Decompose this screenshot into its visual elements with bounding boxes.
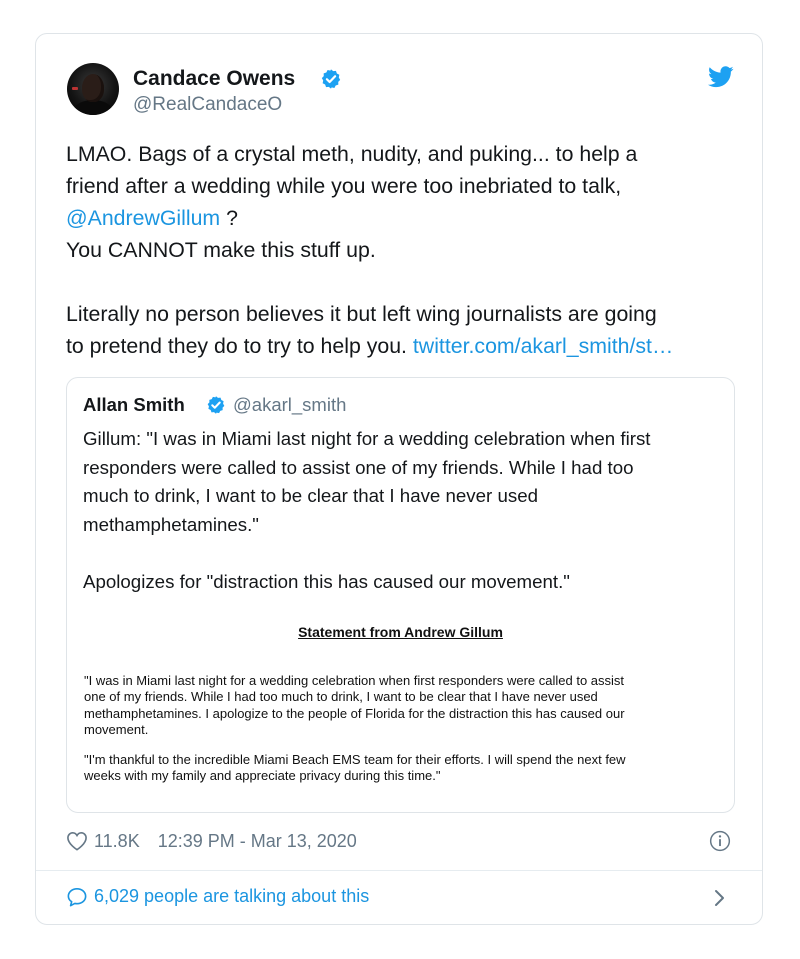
timestamp[interactable]: 12:39 PM - Mar 13, 2020 [158,831,357,852]
avatar-body [73,100,113,115]
tweet-line-link: to pretend they do to try to help you. t… [66,330,736,362]
verified-badge-icon [321,69,341,89]
mention-suffix: ? [220,206,238,230]
author-handle[interactable]: @RealCandaceO [133,93,282,117]
statement-title: Statement from Andrew Gillum [298,624,503,640]
quoted-line: much to drink, I want to be clear that I… [83,485,538,506]
quoted-author-handle[interactable]: @akarl_smith [233,393,346,417]
tweet-line: friend after a wedding while you were to… [66,174,622,198]
statement-line: one of my friends. While I had too much … [84,689,598,705]
talking-count[interactable]: 6,029 people are talking about this [94,886,369,907]
quoted-tweet[interactable]: Allan Smith @akarl_smith Gillum: "I was … [66,377,735,813]
statement-line: methamphetamines. I apologize to the peo… [84,705,625,721]
tweet-meta: 11.8K 12:39 PM - Mar 13, 2020 [66,829,357,853]
statement-line: movement. [84,721,149,737]
quoted-body: Gillum: "I was in Miami last night for a… [83,425,723,596]
tweet-body: LMAO. Bags of a crystal meth, nudity, an… [66,138,736,362]
like-count[interactable]: 11.8K [94,831,140,852]
quoted-line: Gillum: "I was in Miami last night for a… [83,428,651,449]
info-icon[interactable] [709,830,731,852]
author-avatar[interactable] [67,63,119,115]
twitter-bird-icon[interactable] [708,66,734,88]
heart-icon[interactable] [66,831,88,851]
tweet-line: You CANNOT make this stuff up. [66,238,376,262]
author-name[interactable]: Candace Owens [133,66,295,92]
tweet-card[interactable]: Candace Owens @RealCandaceO LMAO. Bags o… [35,33,763,925]
statement-line: "I'm thankful to the incredible Miami Be… [84,752,626,768]
verified-badge-icon [207,396,225,414]
chevron-right-icon[interactable] [712,888,726,908]
tweet-line: Literally no person believes it but left… [66,302,657,326]
quoted-author-name[interactable]: Allan Smith [83,393,185,417]
statement-line: "I was in Miami last night for a wedding… [84,673,625,688]
quoted-line: Apologizes for "distraction this has cau… [83,570,570,592]
tweet-line-mention: @AndrewGillum ? [66,202,736,234]
statement-line: weeks with my family and appreciate priv… [84,768,441,784]
quoted-line: methamphetamines." [83,513,259,535]
tweet-url-link[interactable]: twitter.com/akarl_smith/st… [413,334,673,358]
conversation-link[interactable]: 6,029 people are talking about this [66,886,369,907]
statement-image: "I was in Miami last night for a wedding… [84,673,724,785]
tweet-line-text: to pretend they do to try to help you. [66,334,413,358]
mention-link[interactable]: @AndrewGillum [66,206,220,230]
tweet-line: LMAO. Bags of a crystal meth, nudity, an… [66,142,638,166]
comment-icon [67,887,87,906]
avatar-mark [72,87,78,90]
quoted-line: responders were called to assist one of … [83,456,634,478]
avatar-face [82,74,104,102]
divider [36,870,762,871]
